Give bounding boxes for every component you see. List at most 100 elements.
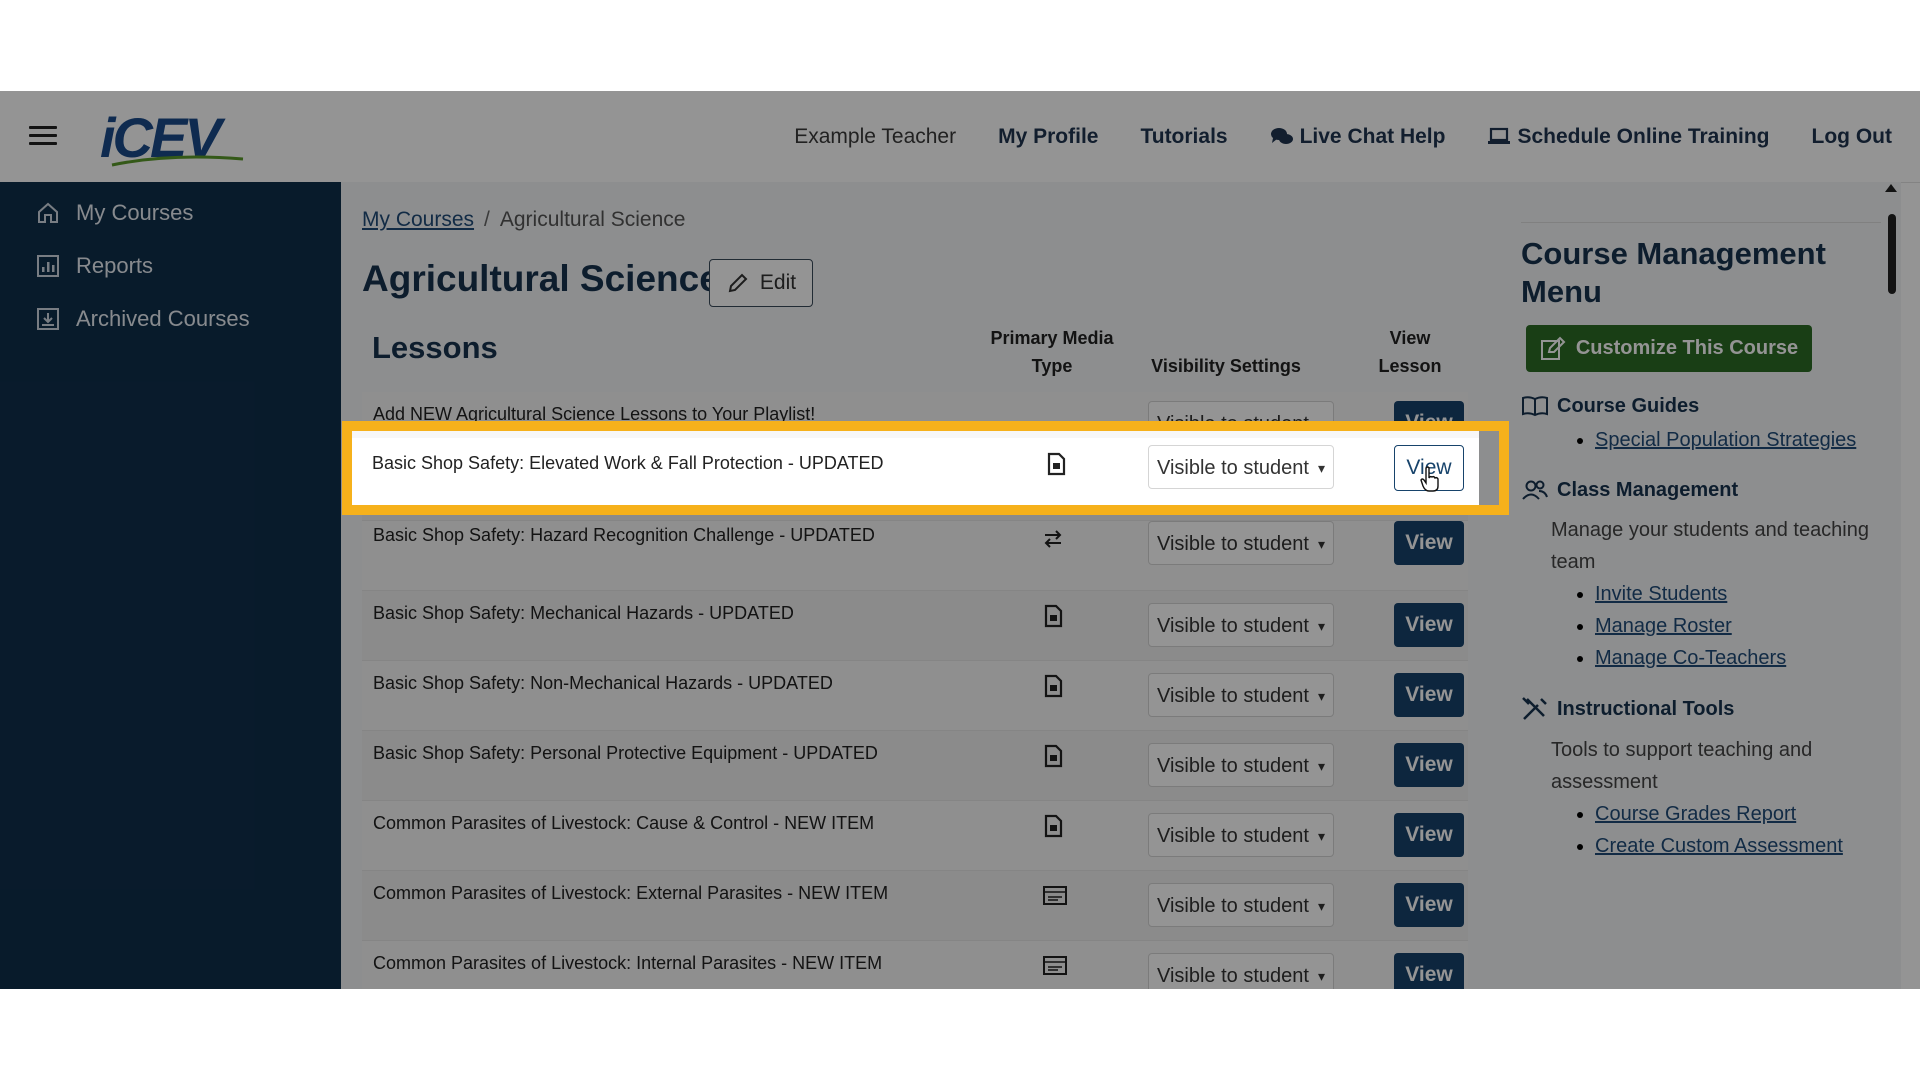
class-management-desc: Manage your students and teaching team (1551, 519, 1869, 573)
lesson-name: Basic Shop Safety: Personal Protective E… (373, 743, 878, 763)
highlight-frame (342, 421, 1509, 515)
nav-live-chat-label: Live Chat Help (1299, 124, 1446, 148)
visibility-select[interactable]: Visible to student ▾ (1148, 521, 1334, 565)
visibility-select[interactable]: Visible to student ▾ (1148, 673, 1334, 717)
customize-label: Customize This Course (1575, 337, 1799, 359)
view-lesson-button[interactable]: View (1394, 813, 1464, 857)
table-row: Common Parasites of Livestock: Cause & C… (362, 801, 1468, 871)
view-lesson-button[interactable]: View (1394, 953, 1464, 989)
nav-schedule-training-label: Schedule Online Training (1517, 124, 1770, 148)
nav-live-chat[interactable]: Live Chat Help (1270, 124, 1446, 149)
chevron-down-icon: ▾ (1317, 536, 1325, 552)
document-icon (1044, 604, 1063, 628)
list-item: Manage Co-Teachers (1595, 642, 1881, 674)
list-item: Manage Roster (1595, 610, 1881, 642)
course-management-panel: Course Management Menu Customize This Co… (1521, 222, 1881, 862)
visibility-select[interactable]: Visible to student ▾ (1148, 813, 1334, 857)
manage-roster-link[interactable]: Manage Roster (1595, 615, 1732, 637)
column-header-view: View Lesson (1378, 328, 1442, 376)
scrollbar-thumb[interactable] (1888, 214, 1896, 294)
lesson-name: Basic Shop Safety: Non-Mechanical Hazard… (373, 673, 833, 693)
course-menu-title: Course Management Menu (1521, 222, 1881, 311)
lesson-name: Basic Shop Safety: Mechanical Hazards - … (373, 603, 794, 623)
sidebar-item-my-courses[interactable]: My Courses (0, 186, 341, 239)
visibility-value: Visible to student (1157, 965, 1309, 987)
breadcrumb: My Courses / Agricultural Science (362, 208, 685, 232)
main-content: My Courses / Agricultural Science Agricult… (341, 182, 1901, 989)
class-management-heading: Class Management (1521, 478, 1881, 502)
document-icon (1044, 744, 1063, 768)
slides-icon (1043, 956, 1067, 975)
table-row: Basic Shop Safety: Personal Protective E… (362, 731, 1468, 801)
chevron-down-icon: ▾ (1317, 758, 1325, 774)
lessons-heading: Lessons (372, 330, 498, 365)
reports-icon (37, 254, 59, 277)
customize-course-button[interactable]: Customize This Course (1526, 325, 1812, 372)
home-icon (38, 202, 58, 223)
chevron-down-icon: ▾ (1317, 688, 1325, 704)
visibility-select[interactable]: Visible to student ▾ (1148, 883, 1334, 927)
chevron-down-icon: ▾ (1317, 828, 1325, 844)
course-guides-heading: Course Guides (1521, 394, 1881, 418)
visibility-value: Visible to student (1157, 895, 1309, 917)
edit-square-icon (1540, 336, 1566, 360)
create-custom-assessment-link[interactable]: Create Custom Assessment (1595, 835, 1843, 857)
list-item: Invite Students (1595, 578, 1881, 610)
column-header-media: Primary Media Type (990, 328, 1114, 376)
top-nav: Example Teacher My Profile Tutorials Liv… (794, 91, 1892, 182)
visibility-value: Visible to student (1157, 685, 1309, 707)
slides-icon (1043, 886, 1067, 905)
sidebar-item-reports[interactable]: Reports (0, 239, 341, 292)
invite-students-link[interactable]: Invite Students (1595, 583, 1727, 605)
visibility-value: Visible to student (1157, 533, 1309, 555)
class-management-label: Class Management (1557, 478, 1739, 501)
chevron-down-icon: ▾ (1317, 968, 1325, 984)
logo-swoosh-icon (111, 155, 244, 167)
nav-my-profile[interactable]: My Profile (998, 125, 1098, 149)
scroll-up-arrow-icon[interactable] (1885, 184, 1897, 192)
instructional-tools-heading: Instructional Tools (1521, 696, 1881, 722)
sidebar-item-label: Reports (76, 252, 154, 278)
interactive-icon (1044, 530, 1062, 548)
icev-logo[interactable]: iCEV (100, 109, 245, 167)
table-row: Common Parasites of Livestock: Internal … (362, 941, 1468, 989)
course-grades-report-link[interactable]: Course Grades Report (1595, 803, 1796, 825)
book-icon (1522, 396, 1548, 417)
chevron-down-icon: ▾ (1317, 898, 1325, 914)
visibility-select[interactable]: Visible to student ▾ (1148, 953, 1334, 989)
special-population-link[interactable]: Special Population Strategies (1595, 429, 1856, 451)
sidebar: My Courses Reports Archived Courses (0, 182, 341, 989)
nav-log-out[interactable]: Log Out (1812, 125, 1892, 149)
breadcrumb-my-courses-link[interactable]: My Courses (362, 208, 474, 231)
table-row: Basic Shop Safety: Hazard Recognition Ch… (362, 521, 1468, 591)
instructional-tools-desc: Tools to support teaching and assessment (1551, 739, 1813, 793)
nav-schedule-training[interactable]: Schedule Online Training (1487, 124, 1770, 149)
chevron-down-icon: ▾ (1317, 618, 1325, 634)
table-row: Basic Shop Safety: Non-Mechanical Hazard… (362, 661, 1468, 731)
tools-icon (1522, 697, 1547, 720)
nav-tutorials[interactable]: Tutorials (1140, 125, 1227, 149)
list-item: Course Grades Report (1595, 798, 1881, 830)
laptop-icon (1488, 127, 1511, 144)
pencil-icon (728, 273, 748, 293)
edit-label: Edit (759, 271, 797, 294)
column-header-visibility: Visibility Settings (1151, 356, 1301, 376)
hamburger-menu-icon[interactable] (29, 126, 57, 146)
document-icon (1044, 814, 1063, 838)
list-item: Special Population Strategies (1595, 424, 1881, 456)
visibility-select[interactable]: Visible to student ▾ (1148, 603, 1334, 647)
view-lesson-button[interactable]: View (1394, 743, 1464, 787)
edit-course-button[interactable]: Edit (709, 259, 813, 307)
document-icon (1044, 674, 1063, 698)
sidebar-item-archived-courses[interactable]: Archived Courses (0, 292, 341, 345)
view-lesson-button[interactable]: View (1394, 603, 1464, 647)
table-row: Common Parasites of Livestock: External … (362, 871, 1468, 941)
view-lesson-button[interactable]: View (1394, 883, 1464, 927)
visibility-select[interactable]: Visible to student ▾ (1148, 743, 1334, 787)
lesson-name: Common Parasites of Livestock: Cause & C… (373, 813, 875, 833)
view-lesson-button[interactable]: View (1394, 521, 1464, 565)
lesson-name: Common Parasites of Livestock: Internal … (373, 953, 883, 973)
view-lesson-button[interactable]: View (1394, 673, 1464, 717)
manage-co-teachers-link[interactable]: Manage Co-Teachers (1595, 647, 1786, 669)
top-header: iCEV Example Teacher My Profile Tutorial… (0, 91, 1920, 183)
